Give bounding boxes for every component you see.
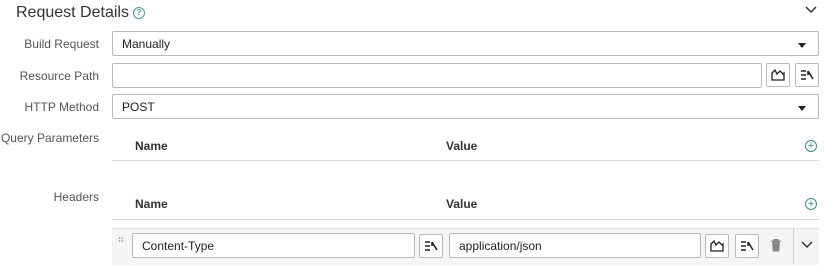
headers-label: Headers bbox=[53, 190, 99, 204]
plus-circle-icon[interactable]: + bbox=[805, 140, 817, 152]
header-name-input[interactable]: Content-Type bbox=[132, 233, 415, 258]
trash-icon[interactable] bbox=[770, 238, 782, 252]
drag-handle-icon[interactable] bbox=[118, 236, 124, 250]
header-name-value: Content-Type bbox=[142, 238, 215, 253]
headers-name-header: Name bbox=[135, 197, 168, 211]
section-title-text: Request Details bbox=[16, 4, 129, 21]
header-value-value: application/json bbox=[459, 238, 542, 253]
resource-path-input[interactable] bbox=[112, 63, 762, 88]
variable-picker-icon[interactable] bbox=[735, 234, 759, 258]
query-name-header: Name bbox=[135, 139, 168, 153]
headers-value-header: Value bbox=[446, 197, 478, 211]
header-value-input[interactable]: application/json bbox=[449, 233, 701, 258]
headers-divider bbox=[112, 219, 819, 220]
query-parameters-label: Query Parameters bbox=[0, 131, 99, 145]
build-request-value: Manually bbox=[122, 36, 171, 51]
chart-icon[interactable] bbox=[705, 234, 729, 258]
query-value-header: Value bbox=[446, 139, 478, 153]
query-divider bbox=[112, 160, 819, 161]
http-method-value: POST bbox=[122, 99, 155, 114]
variable-picker-icon[interactable] bbox=[795, 63, 819, 87]
chevron-down-icon[interactable] bbox=[803, 2, 819, 18]
row-separator bbox=[793, 228, 794, 264]
resource-path-label: Resource Path bbox=[19, 69, 99, 83]
plus-circle-icon[interactable]: + bbox=[805, 198, 817, 210]
chart-icon[interactable] bbox=[766, 63, 790, 87]
dropdown-caret-icon bbox=[798, 43, 806, 48]
help-icon[interactable]: ? bbox=[132, 7, 145, 19]
section-title: Request Details ? bbox=[16, 4, 145, 22]
build-request-label: Build Request bbox=[24, 37, 99, 51]
http-method-label: HTTP Method bbox=[24, 100, 99, 114]
chevron-down-icon[interactable] bbox=[799, 237, 815, 253]
dropdown-caret-icon bbox=[798, 106, 806, 111]
variable-picker-icon[interactable] bbox=[419, 234, 443, 258]
http-method-select[interactable]: POST bbox=[112, 94, 819, 119]
build-request-select[interactable]: Manually bbox=[112, 31, 819, 56]
